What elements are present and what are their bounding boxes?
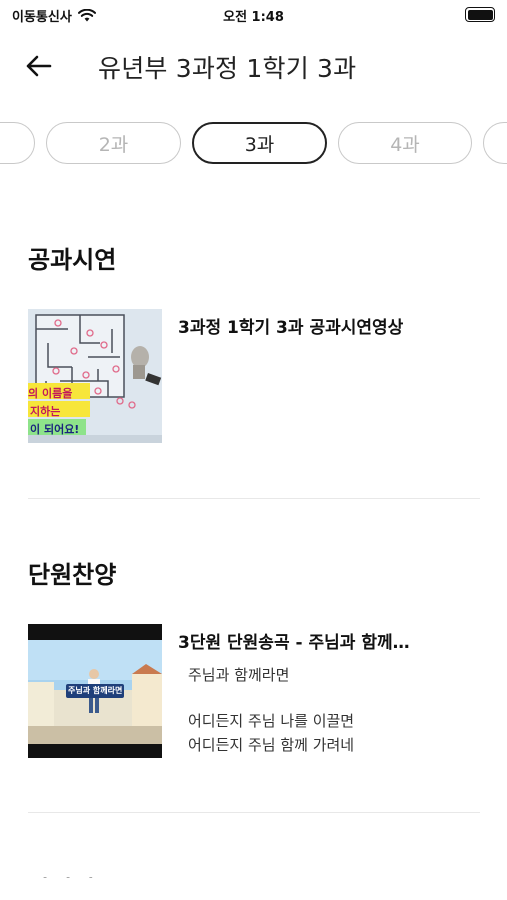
status-bar: 이동통신사 오전 1:48: [0, 0, 507, 30]
tab-lesson-4[interactable]: 4과: [338, 122, 472, 164]
thumbnail-caption-3: 이 되어요!: [30, 423, 80, 436]
tab-next-partial[interactable]: [483, 122, 507, 164]
video-item-demo[interactable]: 의 이름을 지하는 이 되어요! 3과정 1학기 3과 공과시연영상: [28, 309, 480, 445]
video-thumbnail-demo: 의 이름을 지하는 이 되어요!: [28, 309, 162, 443]
back-arrow-icon: [26, 55, 52, 77]
section-title-demo: 공과시연: [28, 246, 117, 274]
lyrics-line-2: 어디든지 주님 함께 가려네: [188, 736, 355, 754]
section-divider: [28, 498, 480, 499]
video-title-song: 3단원 단원송곡 - 주님과 함께…: [178, 633, 410, 653]
tab-lesson-2[interactable]: 2과: [46, 122, 181, 164]
thumbnail-caption-1: 의 이름을: [28, 387, 73, 400]
status-time: 오전 1:48: [223, 10, 284, 25]
tab-previous-partial[interactable]: [0, 122, 35, 164]
page-title: 유년부 3과정 1학기 3과: [98, 54, 357, 83]
video-thumbnail-song: 주님과 함께라면: [28, 624, 162, 758]
lesson-tabs: 2과 3과 4과: [0, 122, 507, 166]
section-title-exercise: 단원체조: [28, 870, 116, 878]
battery-icon: [465, 7, 495, 22]
back-button[interactable]: [20, 50, 56, 82]
video-item-song[interactable]: 주님과 함께라면 3단원 단원송곡 - 주님과 함께… 주님과 함께라면 어디든…: [28, 624, 480, 760]
lyrics-line-1: 어디든지 주님 나를 이끌면: [188, 712, 355, 730]
section-title-song: 단원찬양: [28, 561, 117, 589]
section-title-exercise-clip: 단원체조: [0, 866, 507, 878]
thumbnail-caption-song: 주님과 함께라면: [68, 686, 122, 695]
section-divider: [28, 812, 480, 813]
video-subtitle-song: 주님과 함께라면: [188, 666, 290, 684]
tab-lesson-3[interactable]: 3과: [192, 122, 327, 164]
thumbnail-caption-2: 지하는: [30, 405, 61, 418]
nav-bar: 유년부 3과정 1학기 3과: [0, 40, 507, 92]
video-title-demo: 3과정 1학기 3과 공과시연영상: [178, 318, 404, 338]
